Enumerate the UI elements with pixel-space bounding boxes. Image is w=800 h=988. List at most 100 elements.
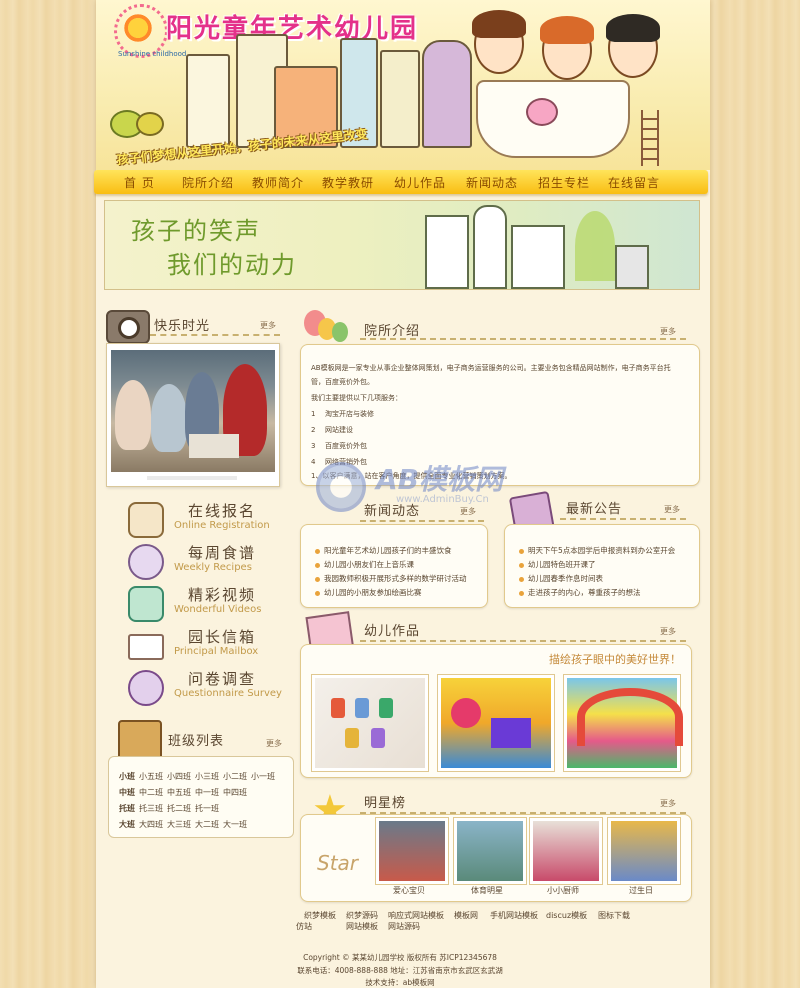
sun-logo-icon[interactable] (114, 4, 168, 58)
quick-link-cn: 每周食谱 (188, 544, 257, 562)
nav-works[interactable]: 幼儿作品 (394, 174, 446, 191)
nav-enrollment[interactable]: 招生专栏 (538, 174, 590, 191)
building-illustration (422, 40, 472, 148)
star-photo[interactable] (376, 818, 448, 884)
quick-link-cn: 精彩视频 (188, 586, 257, 604)
intro-more[interactable]: 更多 (660, 326, 676, 337)
class-link[interactable]: 中五班 (167, 788, 191, 797)
happy-time-title: 快乐时光 (154, 319, 211, 334)
news-list: 阳光童年艺术幼儿园孩子们的丰盛饮食 幼儿园小朋友们在上音乐课 我园教师积极开展形… (300, 524, 488, 608)
notice-more[interactable]: 更多 (664, 504, 680, 515)
quick-link-en: Online Registration (174, 520, 270, 531)
class-link[interactable]: 大四班 (139, 820, 163, 829)
star-name[interactable]: 过生日 (608, 885, 674, 896)
nav-teachers[interactable]: 教师简介 (252, 174, 304, 191)
news-item[interactable]: 我园教师积极开展形式多样的数学研讨活动 (315, 573, 467, 584)
footer-link[interactable]: 网站源码 (388, 921, 420, 932)
class-link[interactable]: 大二班 (195, 820, 219, 829)
artwork-thumbnail[interactable] (438, 675, 554, 771)
quick-link-en: Weekly Recipes (174, 562, 252, 573)
grade-label: 托班 (119, 804, 135, 813)
class-link[interactable]: 小三班 (195, 772, 219, 781)
notice-item[interactable]: 走进孩子的内心，尊重孩子的想法 (519, 587, 641, 598)
star-name[interactable]: 爱心宝贝 (376, 885, 442, 896)
kids-photo[interactable] (111, 350, 275, 472)
grade-label: 大班 (119, 820, 135, 829)
intro-paragraph: 管，百度竞价外包。 (311, 378, 374, 386)
class-link[interactable]: 中四班 (223, 788, 247, 797)
class-row: 大班 大四班 大三班 大二班 大一班 (119, 819, 251, 830)
site-title[interactable]: 阳光童年艺术幼儿园 (166, 8, 418, 45)
footer-link[interactable]: 织梦模板 (304, 910, 336, 921)
quick-link-en: Wonderful Videos (174, 604, 262, 615)
class-list-title: 班级列表 (168, 734, 225, 749)
class-link[interactable]: 托二班 (167, 804, 191, 813)
footer-link[interactable]: 仿站 (296, 921, 312, 932)
quick-link-videos[interactable]: 精彩视频 Wonderful Videos (118, 584, 288, 622)
star-name[interactable]: 小小厨师 (530, 885, 596, 896)
watermark-text: AB模板网 (376, 463, 504, 496)
star-photo[interactable] (608, 818, 680, 884)
class-link[interactable]: 小五班 (139, 772, 163, 781)
notice-item[interactable]: 幼儿园特色班开课了 (519, 559, 596, 570)
header: 阳光童年艺术幼儿园 Sunshine childhood 孩子们梦想从这里开始，… (96, 0, 710, 170)
class-list-more[interactable]: 更多 (266, 738, 282, 749)
star-photo[interactable] (530, 818, 602, 884)
stars-more[interactable]: 更多 (660, 798, 676, 809)
site-subtitle: Sunshine childhood (118, 50, 187, 58)
footer-link[interactable]: 织梦源码 (346, 910, 378, 921)
class-link[interactable]: 小四班 (167, 772, 191, 781)
artwork-thumbnail[interactable] (312, 675, 428, 771)
footer-link[interactable]: 网站模板 (346, 921, 378, 932)
nav-news[interactable]: 新闻动态 (466, 174, 518, 191)
news-title: 新闻动态 (364, 504, 421, 519)
happy-time-more[interactable]: 更多 (260, 320, 276, 331)
camera-icon (106, 310, 150, 344)
class-link[interactable]: 小二班 (223, 772, 247, 781)
works-slogan: 描绘孩子眼中的美好世界！ (549, 653, 681, 666)
quick-link-survey[interactable]: 问卷调查 Questionnaire Survey (118, 668, 288, 706)
building-illustration (186, 54, 230, 148)
castle-illustration (425, 215, 469, 289)
notice-title: 最新公告 (566, 502, 623, 517)
child-figure (115, 380, 151, 450)
news-more[interactable]: 更多 (460, 506, 476, 517)
news-item[interactable]: 阳光童年艺术幼儿园孩子们的丰盛饮食 (315, 545, 452, 556)
footer-link[interactable]: 模板网 (454, 910, 478, 921)
footer-link[interactable]: discuz模板 (546, 910, 587, 921)
nav-home[interactable]: 首 页 (124, 174, 155, 191)
notice-item[interactable]: 幼儿园春季作息时间表 (519, 573, 603, 584)
news-item[interactable]: 幼儿园小朋友们在上音乐课 (315, 559, 414, 570)
class-link[interactable]: 大一班 (223, 820, 247, 829)
footer-link[interactable]: 手机网站模板 (490, 910, 538, 921)
class-link[interactable]: 托三班 (139, 804, 163, 813)
artwork-thumbnail[interactable] (564, 675, 683, 771)
class-link[interactable]: 中一班 (195, 788, 219, 797)
works-more[interactable]: 更多 (660, 626, 676, 637)
nav-about[interactable]: 院所介绍 (182, 174, 234, 191)
quick-link-recipes[interactable]: 每周食谱 Weekly Recipes (118, 542, 288, 580)
quick-link-mailbox[interactable]: 园长信箱 Principal Mailbox (118, 626, 288, 664)
quick-link-en: Questionnaire Survey (174, 688, 282, 699)
footer-link[interactable]: 响应式网站模板 (388, 910, 444, 921)
star-name[interactable]: 体育明星 (454, 885, 520, 896)
quick-link-registration[interactable]: 在线报名 Online Registration (118, 500, 288, 538)
works-title: 幼儿作品 (364, 624, 421, 639)
balloon-icon (332, 322, 348, 342)
nav-teaching[interactable]: 教学教研 (322, 174, 374, 191)
intro-paragraph: AB模板网是一家专业从事企业整体网策划，电子商务运营服务的公司。主要业务包含精品… (311, 364, 671, 372)
class-row: 小班 小五班 小四班 小三班 小二班 小一班 (119, 771, 279, 782)
notice-item[interactable]: 明天下午5点本园学后申报资料到办公室开会 (519, 545, 675, 556)
class-link[interactable]: 小一班 (251, 772, 275, 781)
intro-paragraph: 我们主要提供以下几项服务： (311, 394, 402, 402)
star-photo[interactable] (454, 818, 526, 884)
quick-link-en: Principal Mailbox (174, 646, 259, 657)
class-link[interactable]: 中二班 (139, 788, 163, 797)
class-link[interactable]: 大三班 (167, 820, 191, 829)
class-link[interactable]: 托一班 (195, 804, 219, 813)
news-item[interactable]: 幼儿园的小朋友参加绘画比赛 (315, 587, 422, 598)
photo-slider-bar[interactable] (147, 476, 237, 480)
footer-link[interactable]: 图标下载 (598, 910, 630, 921)
nav-message[interactable]: 在线留言 (608, 174, 660, 191)
mail-icon (128, 634, 164, 660)
